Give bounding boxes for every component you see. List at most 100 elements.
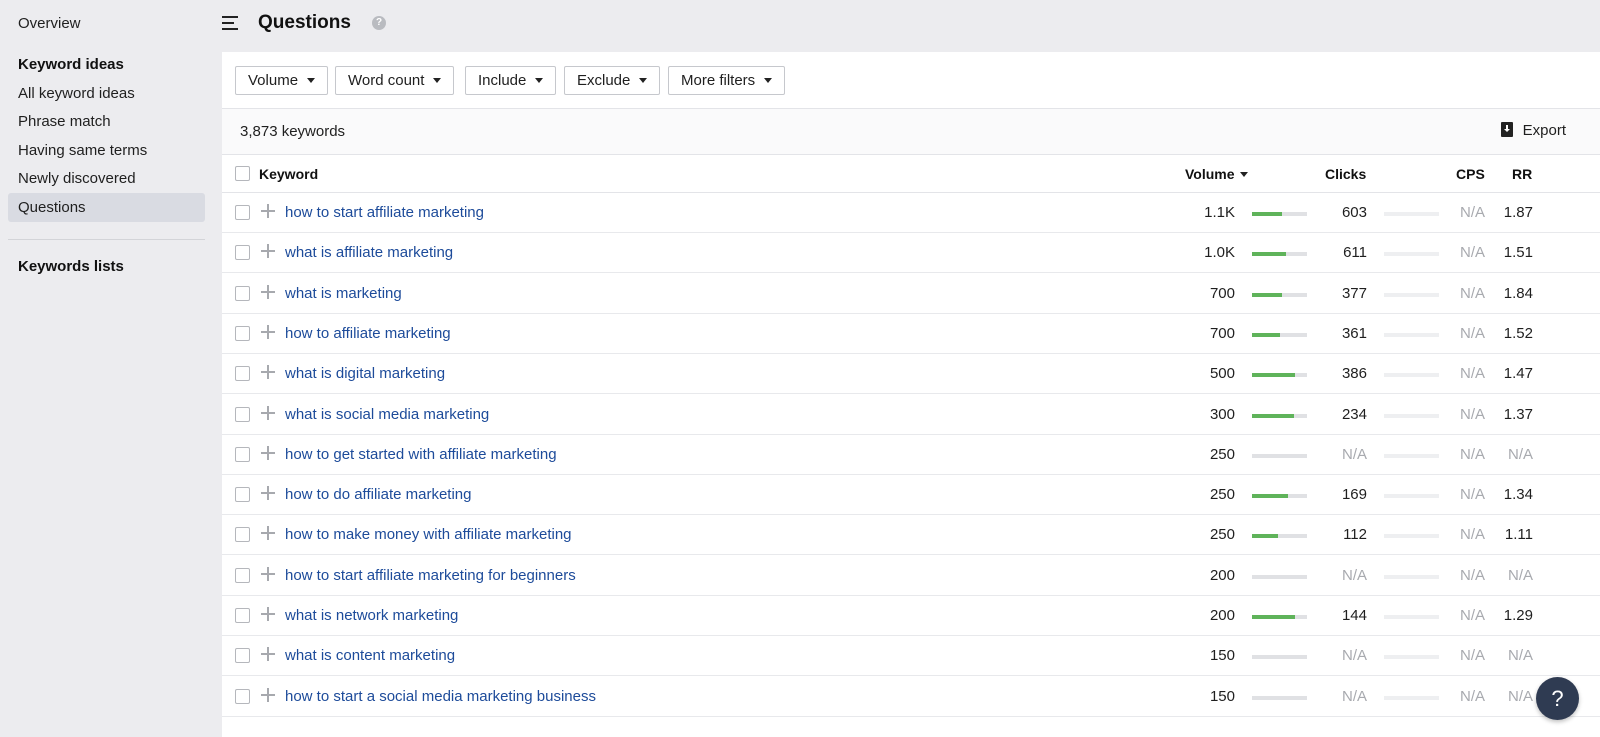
volume-bar-fill bbox=[1252, 212, 1283, 216]
volume-bar bbox=[1252, 414, 1307, 418]
add-to-list-icon[interactable] bbox=[261, 244, 275, 258]
include-filter-button[interactable]: Include bbox=[465, 66, 557, 95]
add-to-list-icon[interactable] bbox=[261, 446, 275, 460]
keyword-link[interactable]: what is network marketing bbox=[285, 607, 458, 624]
rr-value: N/A bbox=[1507, 567, 1533, 584]
cps-value: N/A bbox=[1459, 486, 1485, 503]
exclude-filter-button[interactable]: Exclude bbox=[564, 66, 661, 95]
caret-down-icon bbox=[639, 77, 648, 83]
table-header: Keyword Volume Clicks CPS RR bbox=[222, 155, 1600, 193]
keyword-link[interactable]: what is affiliate marketing bbox=[285, 244, 453, 261]
help-chat-button[interactable]: ? bbox=[1536, 677, 1579, 720]
add-to-list-icon[interactable] bbox=[261, 285, 275, 299]
export-button[interactable]: Export bbox=[1500, 122, 1566, 139]
table-row: how to start a social media marketing bu… bbox=[222, 677, 1600, 717]
sidebar-item-having-same-terms[interactable]: Having same terms bbox=[8, 136, 205, 165]
sidebar-item-overview[interactable]: Overview bbox=[8, 9, 205, 38]
add-to-list-icon[interactable] bbox=[261, 567, 275, 581]
summary-bar: 3,873 keywords Export bbox=[222, 109, 1600, 155]
table-row: how to start affiliate marketing for beg… bbox=[222, 556, 1600, 596]
menu-icon[interactable] bbox=[222, 15, 240, 31]
volume-value: 150 bbox=[1209, 647, 1235, 664]
sidebar-item-newly-discovered[interactable]: Newly discovered bbox=[8, 164, 205, 193]
row-checkbox[interactable] bbox=[235, 205, 250, 220]
row-checkbox[interactable] bbox=[235, 245, 250, 260]
clicks-bar bbox=[1384, 575, 1439, 579]
rr-value: 1.87 bbox=[1503, 204, 1533, 221]
add-to-list-icon[interactable] bbox=[261, 526, 275, 540]
keyword-link[interactable]: how to start affiliate marketing bbox=[285, 204, 484, 221]
volume-filter-button[interactable]: Volume bbox=[235, 66, 329, 95]
column-clicks[interactable]: Clicks bbox=[1325, 166, 1366, 182]
row-checkbox[interactable] bbox=[235, 447, 250, 462]
row-checkbox[interactable] bbox=[235, 608, 250, 623]
add-to-list-icon[interactable] bbox=[261, 365, 275, 379]
column-keyword[interactable]: Keyword bbox=[259, 166, 318, 182]
keyword-link[interactable]: what is content marketing bbox=[285, 647, 455, 664]
add-to-list-icon[interactable] bbox=[261, 647, 275, 661]
add-to-list-icon[interactable] bbox=[261, 325, 275, 339]
row-checkbox[interactable] bbox=[235, 407, 250, 422]
cps-value: N/A bbox=[1459, 607, 1485, 624]
volume-value: 1.0K bbox=[1204, 244, 1235, 261]
row-checkbox[interactable] bbox=[235, 568, 250, 583]
rr-value: N/A bbox=[1507, 446, 1533, 463]
filter-label: Word count bbox=[348, 72, 425, 89]
add-to-list-icon[interactable] bbox=[261, 486, 275, 500]
clicks-value: 112 bbox=[1343, 526, 1367, 543]
rr-value: 1.29 bbox=[1503, 607, 1533, 624]
word-count-filter-button[interactable]: Word count bbox=[335, 66, 455, 95]
table-row: what is affiliate marketing 1.0K 611 N/A 1.5… bbox=[222, 233, 1600, 273]
row-checkbox[interactable] bbox=[235, 487, 250, 502]
select-all-checkbox[interactable] bbox=[235, 166, 250, 181]
add-to-list-icon[interactable] bbox=[261, 607, 275, 621]
keyword-link[interactable]: how to start affiliate marketing for beg… bbox=[285, 567, 576, 584]
add-to-list-icon[interactable] bbox=[261, 406, 275, 420]
clicks-bar bbox=[1384, 333, 1439, 337]
clicks-value: 377 bbox=[1341, 285, 1367, 302]
row-checkbox[interactable] bbox=[235, 527, 250, 542]
table-row: what is digital marketing 500 386 N/A 1.47 bbox=[222, 354, 1600, 394]
keyword-link[interactable]: how to start a social media marketing bu… bbox=[285, 688, 596, 705]
row-checkbox[interactable] bbox=[235, 366, 250, 381]
keyword-link[interactable]: how to affiliate marketing bbox=[285, 325, 451, 342]
keyword-link[interactable]: how to do affiliate marketing bbox=[285, 486, 472, 503]
sidebar-item-phrase-match[interactable]: Phrase match bbox=[8, 107, 205, 136]
volume-bar-fill bbox=[1252, 333, 1280, 337]
clicks-bar bbox=[1384, 373, 1439, 377]
column-volume[interactable]: Volume bbox=[1185, 166, 1248, 182]
keyword-link[interactable]: how to get started with affiliate market… bbox=[285, 446, 557, 463]
add-to-list-icon[interactable] bbox=[261, 688, 275, 702]
clicks-bar bbox=[1384, 293, 1439, 297]
table-row: what is social media marketing 300 234 N/A 1… bbox=[222, 395, 1600, 435]
row-checkbox[interactable] bbox=[235, 326, 250, 341]
keyword-link[interactable]: how to make money with affiliate marketi… bbox=[285, 526, 572, 543]
column-rr[interactable]: RR bbox=[1512, 166, 1532, 182]
row-checkbox[interactable] bbox=[235, 648, 250, 663]
more-filters-button[interactable]: More filters bbox=[668, 66, 786, 95]
volume-bar bbox=[1252, 454, 1307, 458]
keyword-link[interactable]: what is marketing bbox=[285, 285, 402, 302]
row-checkbox[interactable] bbox=[235, 286, 250, 301]
clicks-bar bbox=[1384, 414, 1439, 418]
cps-value: N/A bbox=[1459, 244, 1485, 261]
sidebar-item-all-keyword-ideas[interactable]: All keyword ideas bbox=[8, 79, 205, 108]
cps-value: N/A bbox=[1459, 446, 1485, 463]
column-cps[interactable]: CPS bbox=[1456, 166, 1485, 182]
keyword-link[interactable]: what is social media marketing bbox=[285, 406, 489, 423]
clicks-bar bbox=[1384, 696, 1439, 700]
rr-value: N/A bbox=[1507, 647, 1533, 664]
volume-bar bbox=[1252, 615, 1307, 619]
keyword-link[interactable]: what is digital marketing bbox=[285, 365, 445, 382]
sidebar-heading-keywords-lists[interactable]: Keywords lists bbox=[18, 257, 124, 277]
volume-value: 700 bbox=[1209, 285, 1235, 302]
rr-value: 1.47 bbox=[1503, 365, 1533, 382]
row-checkbox[interactable] bbox=[235, 689, 250, 704]
help-icon[interactable]: ? bbox=[372, 16, 386, 30]
clicks-value: 234 bbox=[1341, 406, 1367, 423]
volume-bar-fill bbox=[1252, 534, 1279, 538]
table-row: how to affiliate marketing 700 361 N/A 1.52 bbox=[222, 314, 1600, 354]
add-to-list-icon[interactable] bbox=[261, 204, 275, 218]
clicks-bar bbox=[1384, 252, 1439, 256]
sidebar-item-questions[interactable]: Questions bbox=[8, 193, 205, 222]
